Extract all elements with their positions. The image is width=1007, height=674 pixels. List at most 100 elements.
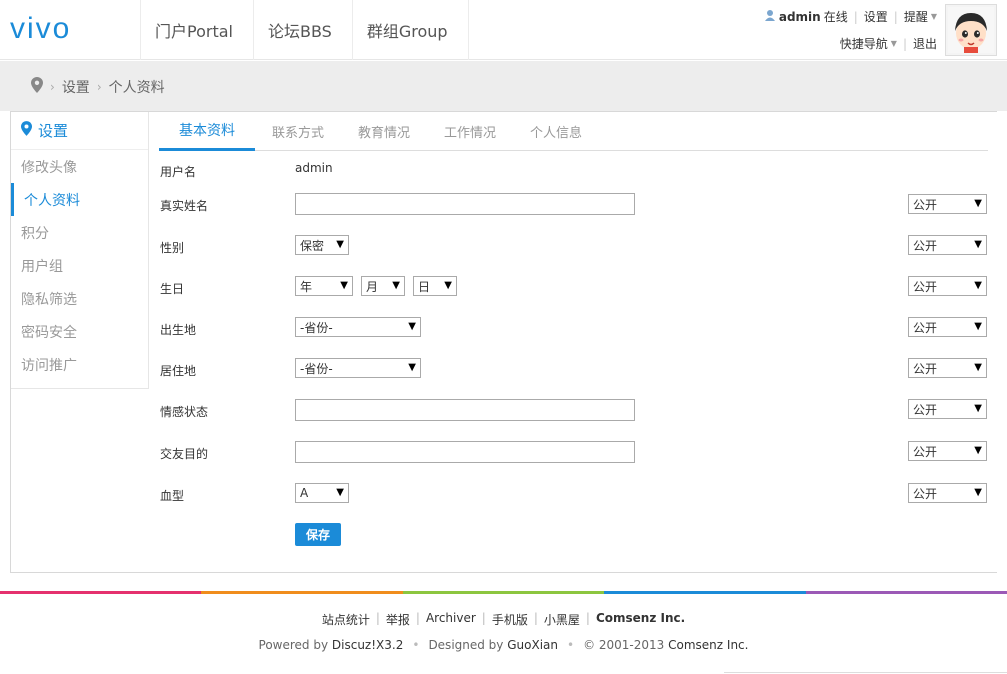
gender-select[interactable]: 保密 ▼ [295,235,349,255]
dropdown-arrow-icon: ▼ [974,280,982,291]
main-nav: 门户Portal 论坛BBS 群组Group [140,0,469,60]
guoxian-link[interactable]: GuoXian [507,638,558,652]
user-icon [764,9,776,24]
svg-text:vivo: vivo [10,14,71,44]
footer-link-report[interactable]: 举报 [386,611,410,628]
footer-links: 站点统计 | 举报 | Archiver | 手机版 | 小黑屋 | Comse… [321,611,686,628]
save-button[interactable]: 保存 [295,523,341,546]
affective-privacy-select[interactable]: 公开 ▼ [908,399,987,419]
footer-link-stats[interactable]: 站点统计 [322,611,370,628]
gender-label: 性别 [160,241,185,255]
residence-privacy-select[interactable]: 公开 ▼ [908,358,987,378]
location-pin-icon[interactable] [31,77,43,97]
sidebar-item-password[interactable]: 密码安全 [11,315,148,348]
settings-link[interactable]: 设置 [864,8,888,25]
settings-sidebar: 设置 修改头像 个人资料 积分 用户组 隐私筛选 密码安全 访问推广 [11,112,149,389]
dropdown-arrow-icon: ▼ [408,362,416,373]
birthplace-label: 出生地 [160,323,197,337]
lookingfor-privacy-select[interactable]: 公开 ▼ [908,441,987,461]
chevron-down-icon: ▼ [930,12,937,21]
username-value: admin [295,161,333,175]
tab-info[interactable]: 个人信息 [513,112,599,151]
birthplace-province-select[interactable]: -省份- ▼ [295,317,421,337]
sidebar-item-credits[interactable]: 积分 [11,216,148,249]
dropdown-arrow-icon: ▼ [340,280,348,291]
user-bar: admin 在线 | 设置 | 提醒 ▼ [764,8,937,25]
dropdown-arrow-icon: ▼ [974,321,982,332]
realname-privacy-select[interactable]: 公开 ▼ [908,194,987,214]
realname-input[interactable] [295,193,635,215]
remind-link[interactable]: 提醒 [904,8,928,25]
dropdown-arrow-icon: ▼ [974,239,982,250]
birthday-label: 生日 [160,282,185,296]
sidebar-item-usergroup[interactable]: 用户组 [11,249,148,282]
chevron-right-icon: › [50,80,55,94]
dropdown-arrow-icon: ▼ [392,280,400,291]
footer-link-comsenz[interactable]: Comsenz Inc. [596,611,685,628]
tab-education[interactable]: 教育情况 [341,112,427,151]
birth-month-select[interactable]: 月 ▼ [361,276,405,296]
dropdown-arrow-icon: ▼ [974,403,982,414]
residence-label: 居住地 [160,364,197,378]
profile-content: 基本资料 联系方式 教育情况 工作情况 个人信息 用户名 admin 真实姓名 … [149,112,998,572]
birthday-privacy-select[interactable]: 公开 ▼ [908,276,987,296]
birth-year-select[interactable]: 年 ▼ [295,276,353,296]
location-pin-icon [21,121,38,140]
footer-link-archiver[interactable]: Archiver [426,611,476,628]
top-header: vivo 门户Portal 论坛BBS 群组Group admin 在线 | 设… [0,0,1007,60]
breadcrumb-bar: › 设置 › 个人资料 [0,61,1007,111]
sidebar-item-avatar[interactable]: 修改头像 [11,150,148,183]
dropdown-arrow-icon: ▼ [974,445,982,456]
breadcrumb-profile[interactable]: 个人资料 [109,77,165,97]
username-link[interactable]: admin [779,10,821,24]
tab-work[interactable]: 工作情况 [427,112,513,151]
sidebar-title: 设置 [11,112,148,150]
tab-basic[interactable]: 基本资料 [159,112,255,151]
online-status: 在线 [823,10,848,24]
residence-province-select[interactable]: -省份- ▼ [295,358,421,378]
dropdown-arrow-icon: ▼ [974,362,982,373]
lookingfor-label: 交友目的 [160,447,209,461]
breadcrumb-settings[interactable]: 设置 [62,77,90,97]
avatar[interactable] [945,4,997,56]
chevron-right-icon: › [96,80,102,94]
lookingfor-input[interactable] [295,441,635,463]
footer-link-blacklist[interactable]: 小黑屋 [544,611,580,628]
sidebar-item-profile[interactable]: 个人资料 [11,183,148,216]
nav-portal[interactable]: 门户Portal [140,0,253,60]
chevron-down-icon: ▼ [890,39,897,48]
nav-group[interactable]: 群组Group [351,0,469,60]
tab-contact[interactable]: 联系方式 [255,112,341,151]
dropdown-arrow-icon: ▼ [974,487,982,498]
footer-credit: Powered by Discuz!X3.2 • Designed by Guo… [258,638,749,652]
rainbow-divider [0,591,1007,594]
bloodtype-privacy-select[interactable]: 公开 ▼ [908,483,987,503]
logout-link[interactable]: 退出 [913,35,937,52]
sidebar-item-promotion[interactable]: 访问推广 [11,348,148,381]
username-label: 用户名 [160,165,197,179]
user-bar-2: 快捷导航 ▼ | 退出 [839,35,937,52]
gender-privacy-select[interactable]: 公开 ▼ [908,235,987,255]
vivo-logo[interactable]: vivo [10,12,110,45]
bloodtype-label: 血型 [160,489,185,503]
dropdown-arrow-icon: ▼ [444,280,452,291]
bloodtype-select[interactable]: A ▼ [295,483,349,503]
footer-link-mobile[interactable]: 手机版 [492,611,528,628]
comsenz-link[interactable]: Comsenz Inc. [668,638,748,652]
nav-bbs[interactable]: 论坛BBS [252,0,352,60]
birthplace-privacy-select[interactable]: 公开 ▼ [908,317,987,337]
dropdown-arrow-icon: ▼ [336,487,344,498]
realname-label: 真实姓名 [160,199,209,213]
quicknav-link[interactable]: 快捷导航 [840,35,888,52]
affective-label: 情感状态 [160,405,209,419]
sidebar-item-privacy[interactable]: 隐私筛选 [11,282,148,315]
bottom-divider [724,672,1007,673]
discuz-link[interactable]: Discuz!X3.2 [332,638,403,652]
dropdown-arrow-icon: ▼ [408,321,416,332]
dropdown-arrow-icon: ▼ [336,239,344,250]
settings-panel: 设置 修改头像 个人资料 积分 用户组 隐私筛选 密码安全 访问推广 基本资料 … [10,111,998,573]
affective-input[interactable] [295,399,635,421]
profile-tabs: 基本资料 联系方式 教育情况 工作情况 个人信息 [159,112,988,151]
birth-day-select[interactable]: 日 ▼ [413,276,457,296]
breadcrumb: › 设置 › 个人资料 [31,77,165,97]
